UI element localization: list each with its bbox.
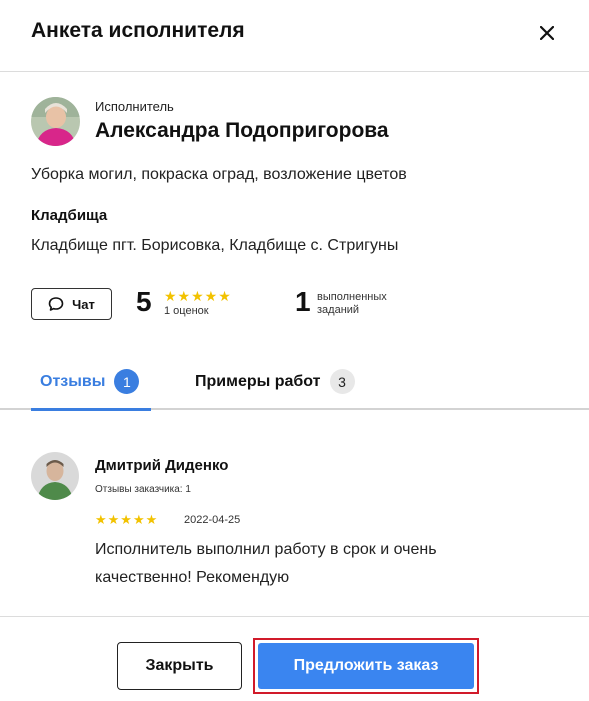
- tab-reviews[interactable]: Отзывы 1: [40, 369, 140, 394]
- reviewer-avatar: [31, 452, 79, 500]
- close-icon: [540, 26, 554, 40]
- performer-services: Уборка могил, покраска оград, возложение…: [31, 166, 407, 183]
- cemeteries-list: Кладбище пгт. Борисовка, Кладбище с. Стр…: [31, 237, 399, 254]
- modal-header: Анкета исполнителя: [0, 0, 589, 72]
- performer-name: Александра Подопригорова: [95, 119, 389, 142]
- reviewer-name: Дмитрий Диденко: [95, 457, 229, 474]
- jobs-done-label: выполненных заданий: [317, 291, 387, 316]
- offer-order-highlight: Предложить заказ: [253, 638, 479, 694]
- offer-order-button[interactable]: Предложить заказ: [258, 643, 474, 689]
- chat-button-label: Чат: [72, 296, 95, 312]
- tab-reviews-count-badge: 1: [114, 369, 140, 394]
- profile-tabs: Отзывы 1 Примеры работ 3: [0, 352, 589, 411]
- tab-work-examples[interactable]: Примеры работ 3: [195, 369, 355, 394]
- performer-role-label: Исполнитель: [95, 99, 174, 114]
- performer-profile-modal: Анкета исполнителя Исполнитель Александр…: [0, 0, 589, 701]
- tab-work-examples-label: Примеры работ: [195, 372, 321, 390]
- tab-work-examples-count-badge: 3: [329, 369, 355, 394]
- review-date: 2022-04-25: [184, 514, 241, 526]
- rating-stars: ★★★★★: [164, 288, 232, 304]
- jobs-done-count: 1: [295, 286, 311, 317]
- chat-button[interactable]: Чат: [31, 288, 112, 320]
- rating-count: 1 оценок: [164, 305, 209, 317]
- modal-title: Анкета исполнителя: [31, 19, 245, 42]
- close-button[interactable]: [534, 20, 560, 46]
- performer-avatar: [31, 97, 80, 146]
- reviewer-review-count: Отзывы заказчика: 1: [95, 484, 191, 495]
- review-stars: ★★★★★: [95, 512, 159, 527]
- review-text: Исполнитель выполнил работу в срок и оче…: [95, 541, 437, 586]
- modal-footer: Закрыть Предложить заказ: [0, 616, 589, 701]
- rating-value: 5: [136, 286, 152, 317]
- active-tab-indicator: [31, 408, 151, 411]
- tab-reviews-label: Отзывы: [40, 372, 106, 390]
- chat-bubble-icon: [48, 297, 64, 311]
- close-modal-button[interactable]: Закрыть: [117, 642, 242, 690]
- cemeteries-heading: Кладбища: [31, 207, 108, 224]
